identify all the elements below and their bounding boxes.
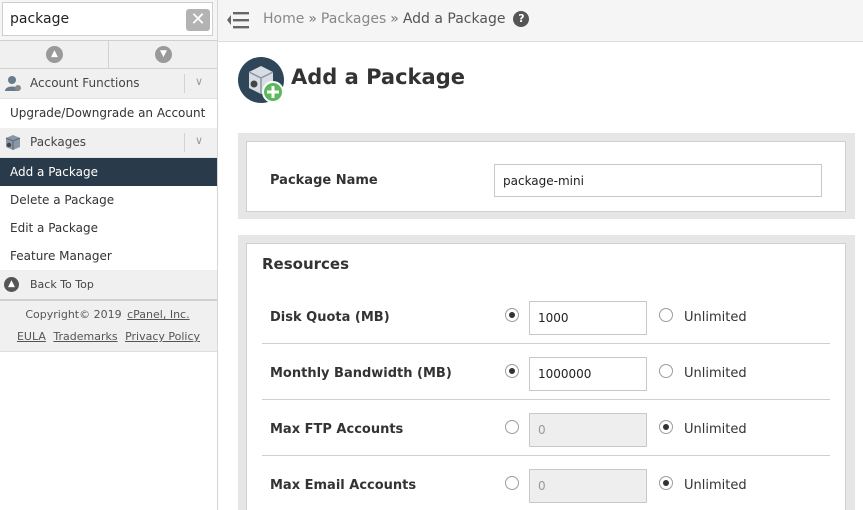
bandwidth-label: Monthly Bandwidth (MB) bbox=[270, 366, 452, 381]
max-email-unlimited-radio[interactable] bbox=[659, 476, 673, 490]
breadcrumb: Home» Packages» Add a Package? bbox=[263, 11, 530, 27]
unlimited-label: Unlimited bbox=[684, 366, 747, 381]
clear-search-icon[interactable]: ✕ bbox=[186, 9, 210, 31]
search-input[interactable] bbox=[2, 2, 213, 36]
divider bbox=[184, 74, 185, 93]
menu-toggle-icon[interactable] bbox=[227, 10, 249, 30]
sidebar-item-label: Delete a Package bbox=[10, 193, 115, 207]
page-title: Add a Package bbox=[291, 65, 465, 89]
max-ftp-label: Max FTP Accounts bbox=[270, 422, 404, 437]
sidebar-item-label: Edit a Package bbox=[10, 221, 98, 235]
cpanel-link[interactable]: cPanel, Inc. bbox=[127, 308, 189, 321]
max-ftp-input[interactable] bbox=[529, 413, 647, 447]
group-label: Packages bbox=[30, 135, 86, 149]
max-email-label: Max Email Accounts bbox=[270, 478, 417, 493]
max-ftp-custom-radio[interactable] bbox=[505, 420, 519, 434]
sidebar-item-add-package[interactable]: Add a Package bbox=[0, 158, 217, 186]
sidebar-item-edit-package[interactable]: Edit a Package bbox=[0, 214, 217, 242]
copyright: Copyright© 2019 cPanel, Inc. bbox=[0, 308, 217, 321]
breadcrumb-current: Add a Package bbox=[402, 11, 506, 27]
package-name-input[interactable] bbox=[494, 164, 822, 197]
eula-link[interactable]: EULA bbox=[17, 330, 46, 343]
breadcrumb-separator: » bbox=[390, 11, 399, 27]
sidebar-item-label: Feature Manager bbox=[10, 249, 112, 263]
max-email-input[interactable] bbox=[529, 469, 647, 503]
copyright-text: Copyright© 2019 bbox=[25, 308, 126, 321]
group-account-functions[interactable]: Account Functions ∨ bbox=[0, 69, 217, 99]
search-bar: ✕ bbox=[0, 0, 217, 41]
back-to-top-button[interactable]: ▲ Back To Top bbox=[0, 270, 217, 301]
package-name-label: Package Name bbox=[270, 173, 378, 188]
sidebar-item-delete-package[interactable]: Delete a Package bbox=[0, 186, 217, 214]
chevron-down-icon: ▼ bbox=[155, 46, 172, 63]
group-label: Account Functions bbox=[30, 76, 140, 90]
sidebar-footer: Copyright© 2019 cPanel, Inc. EULA Tradem… bbox=[0, 301, 217, 352]
unlimited-label: Unlimited bbox=[684, 422, 747, 437]
group-packages[interactable]: Packages ∨ bbox=[0, 128, 217, 158]
expand-collapse-bar: ▲ ▼ bbox=[0, 41, 217, 69]
footer-links: EULA Trademarks Privacy Policy bbox=[0, 330, 217, 343]
sidebar-item-label: Add a Package bbox=[10, 165, 98, 179]
trademarks-link[interactable]: Trademarks bbox=[53, 330, 117, 343]
privacy-policy-link[interactable]: Privacy Policy bbox=[125, 330, 200, 343]
breadcrumb-home[interactable]: Home bbox=[263, 11, 304, 27]
bandwidth-unlimited-radio[interactable] bbox=[659, 364, 673, 378]
divider bbox=[184, 133, 185, 152]
resources-title: Resources bbox=[262, 255, 350, 273]
user-cog-icon bbox=[5, 76, 21, 91]
max-email-custom-radio[interactable] bbox=[505, 476, 519, 490]
chevron-down-icon[interactable]: ∨ bbox=[195, 134, 203, 147]
breadcrumb-separator: » bbox=[308, 11, 317, 27]
help-icon[interactable]: ? bbox=[513, 11, 530, 27]
disk-quota-unlimited-radio[interactable] bbox=[659, 308, 673, 322]
disk-quota-input[interactable] bbox=[529, 301, 647, 335]
row-divider bbox=[262, 399, 830, 400]
breadcrumb-packages[interactable]: Packages bbox=[321, 11, 386, 27]
disk-quota-custom-radio[interactable] bbox=[505, 308, 519, 322]
back-to-top-label: Back To Top bbox=[30, 278, 94, 291]
package-icon bbox=[5, 135, 21, 150]
chevron-down-icon[interactable]: ∨ bbox=[195, 75, 203, 88]
sidebar-item-label: Upgrade/Downgrade an Account bbox=[10, 106, 206, 120]
expand-all-button[interactable]: ▼ bbox=[109, 41, 217, 68]
row-divider bbox=[262, 343, 830, 344]
collapse-all-button[interactable]: ▲ bbox=[0, 41, 109, 68]
bandwidth-input[interactable] bbox=[529, 357, 647, 391]
unlimited-label: Unlimited bbox=[684, 310, 747, 325]
unlimited-label: Unlimited bbox=[684, 478, 747, 493]
disk-quota-label: Disk Quota (MB) bbox=[270, 310, 390, 325]
add-package-icon bbox=[238, 57, 284, 103]
chevron-up-icon: ▲ bbox=[46, 46, 63, 63]
max-ftp-unlimited-radio[interactable] bbox=[659, 420, 673, 434]
arrow-up-icon: ▲ bbox=[4, 277, 19, 292]
top-bar: Home» Packages» Add a Package? bbox=[218, 0, 863, 42]
sidebar-item-upgrade[interactable]: Upgrade/Downgrade an Account bbox=[0, 99, 217, 127]
row-divider bbox=[262, 455, 830, 456]
sidebar-item-feature-manager[interactable]: Feature Manager bbox=[0, 242, 217, 270]
bandwidth-custom-radio[interactable] bbox=[505, 364, 519, 378]
sidebar: ✕ ▲ ▼ Account Functions ∨ Upgrade/Downgr… bbox=[0, 0, 218, 510]
